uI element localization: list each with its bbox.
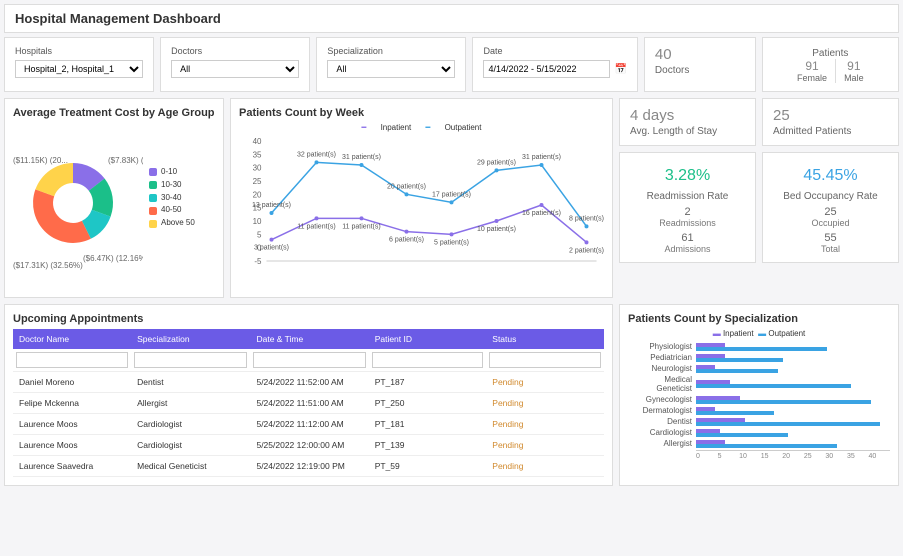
bar-row: Cardiologist xyxy=(628,428,890,437)
filter-doctors: Doctors All xyxy=(160,37,310,92)
svg-text:31 patient(s): 31 patient(s) xyxy=(342,154,381,161)
bar-row: Dentist xyxy=(628,417,890,426)
col-patientid[interactable]: Patient ID xyxy=(369,329,487,349)
doctors-select[interactable]: All xyxy=(171,60,299,78)
pie-chart-card: Average Treatment Cost by Age Group ($7.… xyxy=(4,98,224,298)
svg-text:5 patient(s): 5 patient(s) xyxy=(434,239,469,246)
bar-row: Neurologist xyxy=(628,364,890,373)
svg-text:3 patient(s): 3 patient(s) xyxy=(254,245,289,252)
svg-text:17 patient(s): 17 patient(s) xyxy=(432,191,471,198)
stat-los: 4 days Avg. Length of Stay xyxy=(619,98,756,146)
filter-doctor[interactable] xyxy=(16,352,128,368)
filter-date: Date 📅 xyxy=(472,37,637,92)
svg-text:6 patient(s): 6 patient(s) xyxy=(389,237,424,244)
bar-chart: Physiologist Pediatrician Neurologist Medic… xyxy=(628,342,890,448)
svg-text:10: 10 xyxy=(253,217,262,226)
bar-row: Medical Geneticist xyxy=(628,375,890,393)
svg-text:2 patient(s): 2 patient(s) xyxy=(569,247,604,254)
specialization-chart-card: Patients Count by Specialization ▬ Inpat… xyxy=(619,304,899,486)
appointments-table: Doctor Name Specialization Date & Time P… xyxy=(13,329,604,477)
svg-text:13 patient(s): 13 patient(s) xyxy=(252,202,291,209)
chart-title: Patients Count by Specialization xyxy=(628,313,890,325)
table-row[interactable]: Daniel MorenoDentist5/24/2022 11:52:00 A… xyxy=(13,372,604,393)
filter-spec[interactable] xyxy=(134,352,247,368)
svg-text:11 patient(s): 11 patient(s) xyxy=(342,223,380,230)
filter-dt[interactable] xyxy=(253,352,365,368)
svg-text:20: 20 xyxy=(253,190,262,199)
svg-text:16 patient(s): 16 patient(s) xyxy=(522,210,561,217)
card-title: Upcoming Appointments xyxy=(13,313,604,325)
chart-title: Average Treatment Cost by Age Group xyxy=(13,107,215,119)
stat-doctors: 40 Doctors xyxy=(644,37,756,92)
bar-row: Dermatologist xyxy=(628,406,890,415)
table-row[interactable]: Laurence MoosCardiologist5/25/2022 12:00… xyxy=(13,435,604,456)
col-spec[interactable]: Specialization xyxy=(131,329,250,349)
specialization-select[interactable]: All xyxy=(327,60,455,78)
svg-text:($7.83K) (14.73%): ($7.83K) (14.73%) xyxy=(108,156,143,165)
svg-text:10 patient(s): 10 patient(s) xyxy=(477,226,516,233)
table-row[interactable]: Laurence SaavedraMedical Geneticist5/24/… xyxy=(13,456,604,477)
bar-row: Allergist xyxy=(628,439,890,448)
date-range-input[interactable] xyxy=(483,60,610,78)
svg-text:5: 5 xyxy=(257,230,262,239)
pie-chart: ($7.83K) (14.73%) ($6.47K) (12.16%) ($17… xyxy=(13,123,143,273)
filter-pid[interactable] xyxy=(372,352,484,368)
appointments-card: Upcoming Appointments Doctor Name Specia… xyxy=(4,304,613,486)
svg-text:35: 35 xyxy=(253,150,262,159)
chart-title: Patients Count by Week xyxy=(239,107,604,119)
male-count: 91 xyxy=(844,59,864,73)
bar-row: Pediatrician xyxy=(628,353,890,362)
svg-text:40: 40 xyxy=(253,137,262,146)
stat-label: Doctors xyxy=(655,65,745,76)
svg-text:($17.31K) (32.56%): ($17.31K) (32.56%) xyxy=(13,261,83,270)
female-count: 91 xyxy=(797,59,827,73)
svg-text:-5: -5 xyxy=(254,257,262,266)
stat-readmission: 3.28% Readmission Rate 2Readmissions 61A… xyxy=(619,152,756,263)
table-row[interactable]: Felipe MckennaAllergist5/24/2022 11:51:0… xyxy=(13,393,604,414)
svg-text:($11.15K) (20...: ($11.15K) (20... xyxy=(13,156,68,165)
bar-row: Gynecologist xyxy=(628,395,890,404)
col-doctor[interactable]: Doctor Name xyxy=(13,329,131,349)
svg-text:($6.47K) (12.16%): ($6.47K) (12.16%) xyxy=(83,254,143,263)
table-filter-row xyxy=(13,349,604,372)
svg-text:20 patient(s): 20 patient(s) xyxy=(387,183,426,190)
filters-row: Hospitals Hospital_2, Hospital_1 Doctors… xyxy=(4,37,899,92)
table-row[interactable]: Laurence MoosCardiologist5/24/2022 11:12… xyxy=(13,414,604,435)
svg-text:8 patient(s): 8 patient(s) xyxy=(569,215,604,222)
calendar-icon[interactable]: 📅 xyxy=(614,64,626,75)
hospitals-select[interactable]: Hospital_2, Hospital_1 xyxy=(15,60,143,78)
filter-hospitals: Hospitals Hospital_2, Hospital_1 xyxy=(4,37,154,92)
col-datetime[interactable]: Date & Time xyxy=(250,329,368,349)
line-legend: ━ Inpatient ━ Outpatient xyxy=(239,123,604,132)
line-chart-card: Patients Count by Week ━ Inpatient ━ Out… xyxy=(230,98,613,298)
bar-row: Physiologist xyxy=(628,342,890,351)
svg-text:32 patient(s): 32 patient(s) xyxy=(297,151,336,158)
filter-label: Specialization xyxy=(327,46,455,56)
page-title: Hospital Management Dashboard xyxy=(4,4,899,33)
svg-text:11 patient(s): 11 patient(s) xyxy=(297,223,335,230)
line-chart: -50510152025303540 13 patient(s)32 patie… xyxy=(239,136,604,286)
stat-patients: Patients 91Female 91Male xyxy=(762,37,899,92)
col-status[interactable]: Status xyxy=(486,329,604,349)
svg-text:30: 30 xyxy=(253,164,262,173)
filter-label: Doctors xyxy=(171,46,299,56)
svg-text:31 patient(s): 31 patient(s) xyxy=(522,154,561,161)
stat-admitted: 25 Admitted Patients xyxy=(762,98,899,146)
filter-specialization: Specialization All xyxy=(316,37,466,92)
pie-legend: 0-1010-3030-4040-50Above 50 xyxy=(149,166,195,230)
svg-text:29 patient(s): 29 patient(s) xyxy=(477,159,516,166)
bar-legend: ▬ Inpatient ▬ Outpatient xyxy=(628,329,890,338)
svg-text:25: 25 xyxy=(253,177,262,186)
stat-value: 40 xyxy=(655,46,745,63)
filter-status[interactable] xyxy=(489,352,601,368)
filter-label: Hospitals xyxy=(15,46,143,56)
stat-occupancy: 45.45% Bed Occupancy Rate 25Occupied 55T… xyxy=(762,152,899,263)
stat-label: Patients xyxy=(773,48,888,59)
filter-label: Date xyxy=(483,46,626,56)
